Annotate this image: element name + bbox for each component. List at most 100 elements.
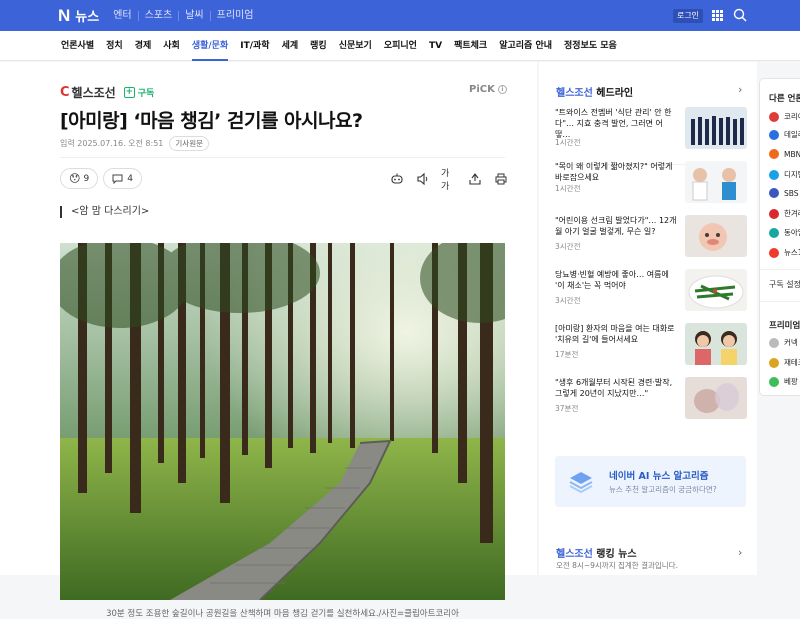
- ranking-heading[interactable]: 헬스조선 랭킹 뉴스: [556, 545, 637, 560]
- apps-grid-icon[interactable]: [712, 10, 723, 21]
- plus-icon: +: [123, 87, 135, 98]
- press-label: 데일리: [784, 130, 800, 139]
- press-item[interactable]: 데일리: [769, 129, 800, 140]
- pick-label: PiCK: [469, 84, 495, 95]
- press-logo-icon: [769, 208, 779, 219]
- premium-item[interactable]: 커넥: [769, 337, 800, 348]
- headline-press-name: 헬스조선: [556, 88, 593, 99]
- press-mark-icon: C: [60, 85, 70, 100]
- news-thumbnail: [685, 161, 747, 203]
- news-time: 17분전: [555, 350, 579, 359]
- premium-logo-icon: [769, 357, 779, 368]
- press-item[interactable]: SBS: [769, 188, 800, 198]
- press-label: MBN: [784, 149, 800, 159]
- chevron-right-icon[interactable]: ›: [738, 546, 742, 559]
- category-item[interactable]: 알고리즘 안내: [499, 31, 552, 61]
- press-item[interactable]: 동아일: [769, 227, 800, 238]
- photo-caption: 30분 정도 조용한 숲길이나 공원길을 산책하며 마음 챙김 걷기를 실천하세…: [106, 609, 459, 619]
- emoji-reaction-icon: 😯: [69, 172, 81, 185]
- premium-item[interactable]: 베팡: [769, 376, 800, 387]
- category-item[interactable]: 신문보기: [339, 31, 372, 61]
- print-icon[interactable]: [493, 171, 509, 187]
- premium-item[interactable]: 재테크: [769, 357, 800, 368]
- press-logo-icon: [769, 149, 779, 159]
- news-time: 3시간전: [555, 242, 581, 251]
- premium-heading: 프리미엄: [769, 321, 800, 331]
- search-icon[interactable]: [733, 8, 747, 22]
- category-item[interactable]: 정치: [106, 31, 123, 61]
- news-thumbnail: [685, 377, 747, 419]
- comment-icon: [112, 174, 123, 184]
- news-time: 1시간전: [555, 184, 581, 193]
- info-icon[interactable]: i: [497, 85, 507, 94]
- category-item[interactable]: 경제: [135, 31, 152, 61]
- category-item-active[interactable]: 생활/문화: [191, 31, 229, 61]
- category-item[interactable]: 사회: [163, 31, 180, 61]
- category-item[interactable]: 팩트체크: [454, 31, 487, 61]
- press-label: 디지털: [784, 170, 800, 179]
- premium-label: 커넥: [784, 338, 798, 347]
- press-label: 코리아: [784, 112, 800, 121]
- press-logo-icon: [769, 169, 779, 180]
- divider: [60, 157, 505, 158]
- top-nav: 엔터 스포츠 날씨 프리미엄: [107, 10, 260, 21]
- font-size-button[interactable]: 가가: [441, 169, 457, 192]
- login-button[interactable]: 로그인: [673, 9, 703, 23]
- ranking-label: 랭킹 뉴스: [596, 549, 637, 560]
- list-item[interactable]: "생후 6개월부터 시작된 경련·발작, 그렇게 20년이 지났지만…" 37분…: [555, 377, 747, 432]
- share-icon[interactable]: [467, 171, 483, 187]
- ai-banner-subtitle: 뉴스 추천 알고리즘이 궁금하다면?: [609, 485, 717, 494]
- category-item[interactable]: 세계: [282, 31, 299, 61]
- naver-news-logo[interactable]: N 뉴스: [58, 6, 99, 26]
- press-label: 한겨레: [784, 209, 800, 218]
- category-item[interactable]: IT/과학: [240, 31, 269, 61]
- article-panel: C 헬스조선 + 구독 PiCK i [아미랑] ‘마음 챙김’ 걷기를 아시나…: [0, 62, 537, 619]
- premium-label: 재테크: [784, 358, 800, 367]
- news-headline: 당뇨병·빈혈 예방에 좋아… 여름에 '이 채소'는 꼭 먹어야: [555, 270, 669, 290]
- list-item[interactable]: "목이 왜 이렇게 짧아졌지?" 어렇게 바로잡으세요 1시간전: [555, 161, 747, 216]
- news-thumbnail: [685, 323, 747, 365]
- category-item[interactable]: TV: [429, 31, 442, 61]
- press-item[interactable]: 디지털: [769, 169, 800, 180]
- forest-boardwalk-photo: [60, 243, 505, 600]
- summary-bot-icon[interactable]: [389, 171, 405, 187]
- press-item[interactable]: MBN: [769, 149, 800, 159]
- comment-button[interactable]: 4: [103, 168, 142, 189]
- original-article-button[interactable]: 기사원문: [169, 136, 209, 151]
- headline-heading[interactable]: 헬스조선 헤드라인: [556, 84, 633, 99]
- top-nav-entertainment[interactable]: 엔터: [107, 10, 137, 21]
- category-item[interactable]: 오피니언: [384, 31, 417, 61]
- press-item[interactable]: 뉴스1: [769, 247, 800, 258]
- category-item[interactable]: 언론사별: [61, 31, 94, 61]
- list-item[interactable]: "어린이용 선크림 발었다가"… 12개월 아기 얼굴 벌겋게, 무슨 일? 3…: [555, 215, 747, 270]
- news-thumbnail: [685, 215, 747, 257]
- list-item[interactable]: 당뇨병·빈혈 예방에 좋아… 여름에 '이 채소'는 꼭 먹어야 3시간전: [555, 269, 747, 324]
- premium-logo-icon: [769, 337, 779, 348]
- ai-algorithm-banner[interactable]: 네이버 AI 뉴스 알고리즘 뉴스 추천 알고리즘이 궁금하다면?: [555, 456, 746, 507]
- top-nav-premium[interactable]: 프리미엄: [209, 10, 260, 21]
- news-time: 3시간전: [555, 296, 581, 305]
- subscribe-button[interactable]: + 구독: [123, 86, 155, 99]
- subscription-settings-link[interactable]: 구독 설정: [769, 279, 800, 290]
- premium-logo-icon: [769, 376, 779, 387]
- category-item[interactable]: 정정보도 모음: [564, 31, 617, 61]
- press-item[interactable]: 코리아: [769, 111, 800, 122]
- chevron-right-icon[interactable]: ›: [738, 83, 742, 96]
- press-logo[interactable]: C 헬스조선: [60, 84, 116, 101]
- press-label: 동아일: [784, 228, 800, 237]
- other-press-panel: 다른 언론사 코리아 데일리 MBN 디지털 SBS 한겨레 동아일 뉴스1 구…: [759, 78, 800, 396]
- press-item[interactable]: 한겨레: [769, 208, 800, 219]
- press-logo-icon: [769, 247, 779, 258]
- list-item[interactable]: [아미랑] 환자의 마음을 여는 대화로 '치유의 길'에 들어서세요 17분전: [555, 323, 747, 378]
- category-item[interactable]: 랭킹: [310, 31, 327, 61]
- ranking-press-name: 헬스조선: [556, 549, 593, 560]
- article-meta: 입력 2025.07.16. 오전 8:51 기사원문: [60, 136, 209, 151]
- reaction-button[interactable]: 😯 9: [60, 168, 99, 189]
- top-nav-sports[interactable]: 스포츠: [137, 10, 179, 21]
- subscribe-label: 구독: [137, 89, 155, 99]
- audio-speaker-icon[interactable]: [415, 171, 431, 187]
- top-nav-weather[interactable]: 날씨: [178, 10, 209, 21]
- category-nav: 언론사별 정치 경제 사회 생활/문화 IT/과학 세계 랭킹 신문보기 오피니…: [0, 31, 800, 61]
- news-thumbnail: [685, 107, 747, 149]
- list-item[interactable]: "트와이스 전멤버 '식단 관리' 안 한다"… 지효 충격 발언, 그러면 어…: [555, 107, 747, 162]
